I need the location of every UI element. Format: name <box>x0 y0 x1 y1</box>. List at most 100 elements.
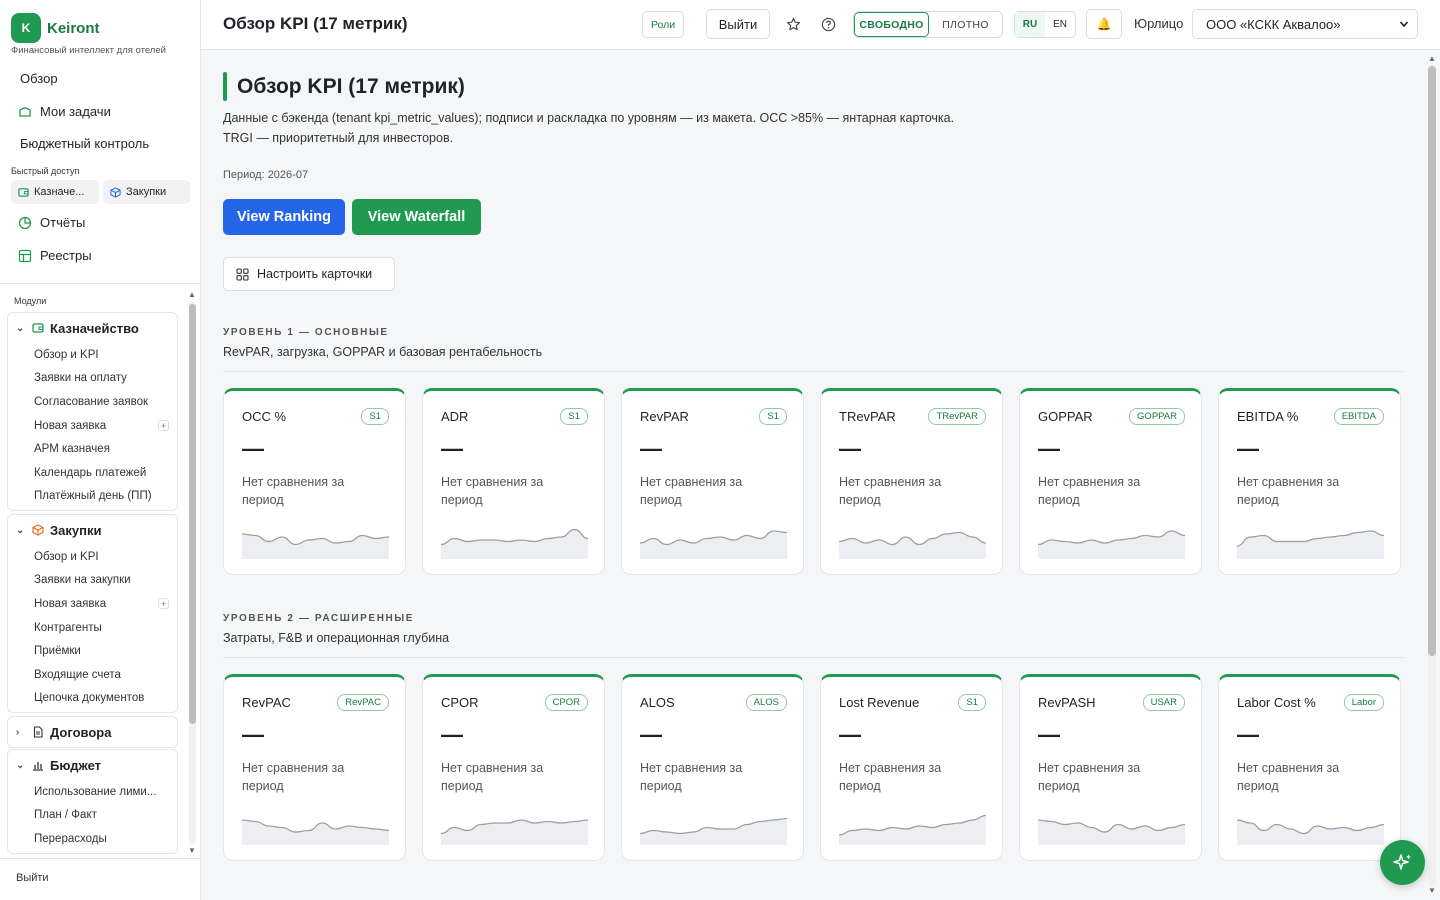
sidebar-scrollbar[interactable]: ▲ ▼ <box>188 290 197 856</box>
plus-icon[interactable]: + <box>158 420 169 432</box>
kpi-card[interactable]: EBITDA % EBITDA — Нет сравнения за период <box>1218 388 1401 575</box>
module-item[interactable]: Согласование заявок <box>34 390 177 414</box>
module-item[interactable]: Использование лими... <box>34 780 177 804</box>
kpi-card[interactable]: Labor Cost % Labor — Нет сравнения за перио… <box>1218 674 1401 861</box>
kpi-card-compare: Нет сравнения за период <box>1237 475 1340 507</box>
kpi-card-tag: S1 <box>759 408 787 425</box>
module-item[interactable]: Заявки на оплату <box>34 367 177 391</box>
module-item[interactable]: Новая заявка + <box>34 414 177 438</box>
sparkle-icon <box>1392 852 1414 874</box>
brand[interactable]: K Keiront <box>11 13 100 43</box>
kpi-card-name: RevPAR <box>640 409 689 424</box>
nav-my-tasks[interactable]: Мои задачи <box>18 104 111 119</box>
level-divider <box>223 657 1403 658</box>
view-ranking-button[interactable]: View Ranking <box>223 199 345 235</box>
module-item[interactable]: Контрагенты <box>34 616 177 640</box>
module-item[interactable]: План / Факт <box>34 804 177 828</box>
module-group-title: Договора <box>50 724 112 740</box>
kpi-card[interactable]: OCC % S1 — Нет сравнения за период <box>223 388 406 575</box>
kpi-card[interactable]: GOPPAR GOPPAR — Нет сравнения за период <box>1019 388 1202 575</box>
nav-registries[interactable]: Реестры <box>18 248 92 263</box>
entity-select-value: ООО «КСКК Аквалоо» <box>1206 16 1341 32</box>
table-icon <box>18 249 32 263</box>
modules-list[interactable]: ⌄ Казначейство Обзор и KPI Заявки на опл… <box>0 310 201 858</box>
module-group-treasury-header[interactable]: ⌄ Казначейство <box>8 313 177 343</box>
level-subtitle: Затраты, F&B и операционная глубина <box>223 631 450 645</box>
module-group-budget-header[interactable]: ⌄ Бюджет <box>8 750 177 780</box>
nav-reports[interactable]: Отчёты <box>18 215 85 230</box>
module-item[interactable]: Обзор и KPI <box>34 545 177 569</box>
density-compact[interactable]: ПЛОТНО <box>929 12 1002 37</box>
density-spacious[interactable]: СВОБОДНО <box>854 12 929 37</box>
kpi-card[interactable]: Lost Revenue S1 — Нет сравнения за период <box>820 674 1003 861</box>
module-item[interactable]: Обзор и KPI <box>34 343 177 367</box>
main-scrollbar[interactable]: ▲ ▼ <box>1425 50 1440 900</box>
scrollbar-thumb[interactable] <box>1428 66 1436 656</box>
scroll-up-arrow[interactable]: ▲ <box>1428 54 1436 63</box>
quick-access-treasury[interactable]: Казначе... <box>11 180 99 204</box>
sparkline-area <box>242 534 389 559</box>
kpi-card[interactable]: RevPASH USAR — Нет сравнения за период <box>1019 674 1202 861</box>
module-item[interactable]: Новая заявка + <box>34 592 177 616</box>
module-item[interactable]: Календарь платежей <box>34 461 177 485</box>
scroll-up-arrow[interactable]: ▲ <box>188 290 196 299</box>
roles-button[interactable]: Роли <box>642 11 685 38</box>
kpi-card[interactable]: CPOR CPOR — Нет сравнения за период <box>422 674 605 861</box>
kpi-card-value: — <box>839 722 861 747</box>
scrollbar-thumb[interactable] <box>189 304 196 724</box>
nav-overview-label: Обзор <box>20 71 58 86</box>
scroll-down-arrow[interactable]: ▼ <box>188 846 196 855</box>
quick-access-procurement-label: Закупки <box>126 186 167 198</box>
module-group-title: Закупки <box>50 522 102 538</box>
sidebar-logout[interactable]: Выйти <box>16 872 49 884</box>
chevron-right-icon: › <box>16 726 20 738</box>
brand-logo: K <box>11 13 41 43</box>
density-toggle[interactable]: СВОБОДНО ПЛОТНО <box>853 11 1003 38</box>
module-item[interactable]: Входящие счета <box>34 663 177 687</box>
entity-select[interactable]: ООО «КСКК Аквалоо» <box>1192 9 1418 39</box>
exit-button[interactable]: Выйти <box>706 9 770 39</box>
module-item[interactable]: Заявки на закупки <box>34 569 177 593</box>
kpi-card-value: — <box>242 436 264 461</box>
module-item[interactable]: Перерасходы <box>34 827 177 851</box>
help-icon[interactable] <box>819 15 837 33</box>
module-group-contracts-header[interactable]: › Договора <box>8 717 177 747</box>
kpi-sparkline <box>1237 530 1384 559</box>
scroll-down-arrow[interactable]: ▼ <box>1428 886 1436 895</box>
module-item-label: Цепочка документов <box>34 692 145 705</box>
configure-cards-button[interactable]: Настроить карточки <box>223 257 395 291</box>
kpi-card[interactable]: ALOS ALOS — Нет сравнения за период <box>621 674 804 861</box>
brand-subtitle: Финансовый интеллект для отелей <box>11 45 166 56</box>
lang-en[interactable]: EN <box>1045 12 1075 37</box>
language-switch[interactable]: RU EN <box>1014 11 1076 38</box>
lang-ru[interactable]: RU <box>1015 12 1045 37</box>
bell-icon[interactable]: 🔔 <box>1086 9 1122 39</box>
kpi-card[interactable]: RevPAR S1 — Нет сравнения за период <box>621 388 804 575</box>
module-item[interactable]: Цепочка документов <box>34 687 177 711</box>
kpi-sparkline <box>1038 819 1185 845</box>
view-waterfall-button[interactable]: View Waterfall <box>352 199 481 235</box>
module-group-contracts: › Договора <box>7 716 178 748</box>
kpi-card-name: ALOS <box>640 695 675 710</box>
heading-accent-bar <box>223 72 227 101</box>
ai-assistant-button[interactable] <box>1380 840 1425 885</box>
quick-access-procurement[interactable]: Закупки <box>103 180 190 204</box>
kpi-sparkline <box>839 531 986 559</box>
plus-icon[interactable]: + <box>158 598 169 610</box>
kpi-card-name: OCC % <box>242 409 287 424</box>
kpi-card-tag: GOPPAR <box>1129 408 1185 425</box>
level-title: УРОВЕНЬ 2 — РАСШИРЕННЫЕ <box>223 613 414 624</box>
nav-budget-control[interactable]: Бюджетный контроль <box>20 136 149 151</box>
kpi-card[interactable]: RevPAC RevPAC — Нет сравнения за период <box>223 674 406 861</box>
box-icon <box>110 186 121 198</box>
kpi-card-value: — <box>1237 722 1259 747</box>
module-item[interactable]: Приёмки <box>34 639 177 663</box>
kpi-card[interactable]: ADR S1 — Нет сравнения за период <box>422 388 605 575</box>
wallet-icon <box>18 187 29 198</box>
module-item[interactable]: Платёжный день (ПП) <box>34 485 177 509</box>
module-group-procurement-header[interactable]: ⌄ Закупки <box>8 515 177 545</box>
nav-overview[interactable]: Обзор <box>20 71 58 86</box>
star-icon[interactable] <box>784 15 802 33</box>
kpi-card[interactable]: TRevPAR TRevPAR — Нет сравнения за период <box>820 388 1003 575</box>
module-item[interactable]: АРМ казначея <box>34 437 177 461</box>
